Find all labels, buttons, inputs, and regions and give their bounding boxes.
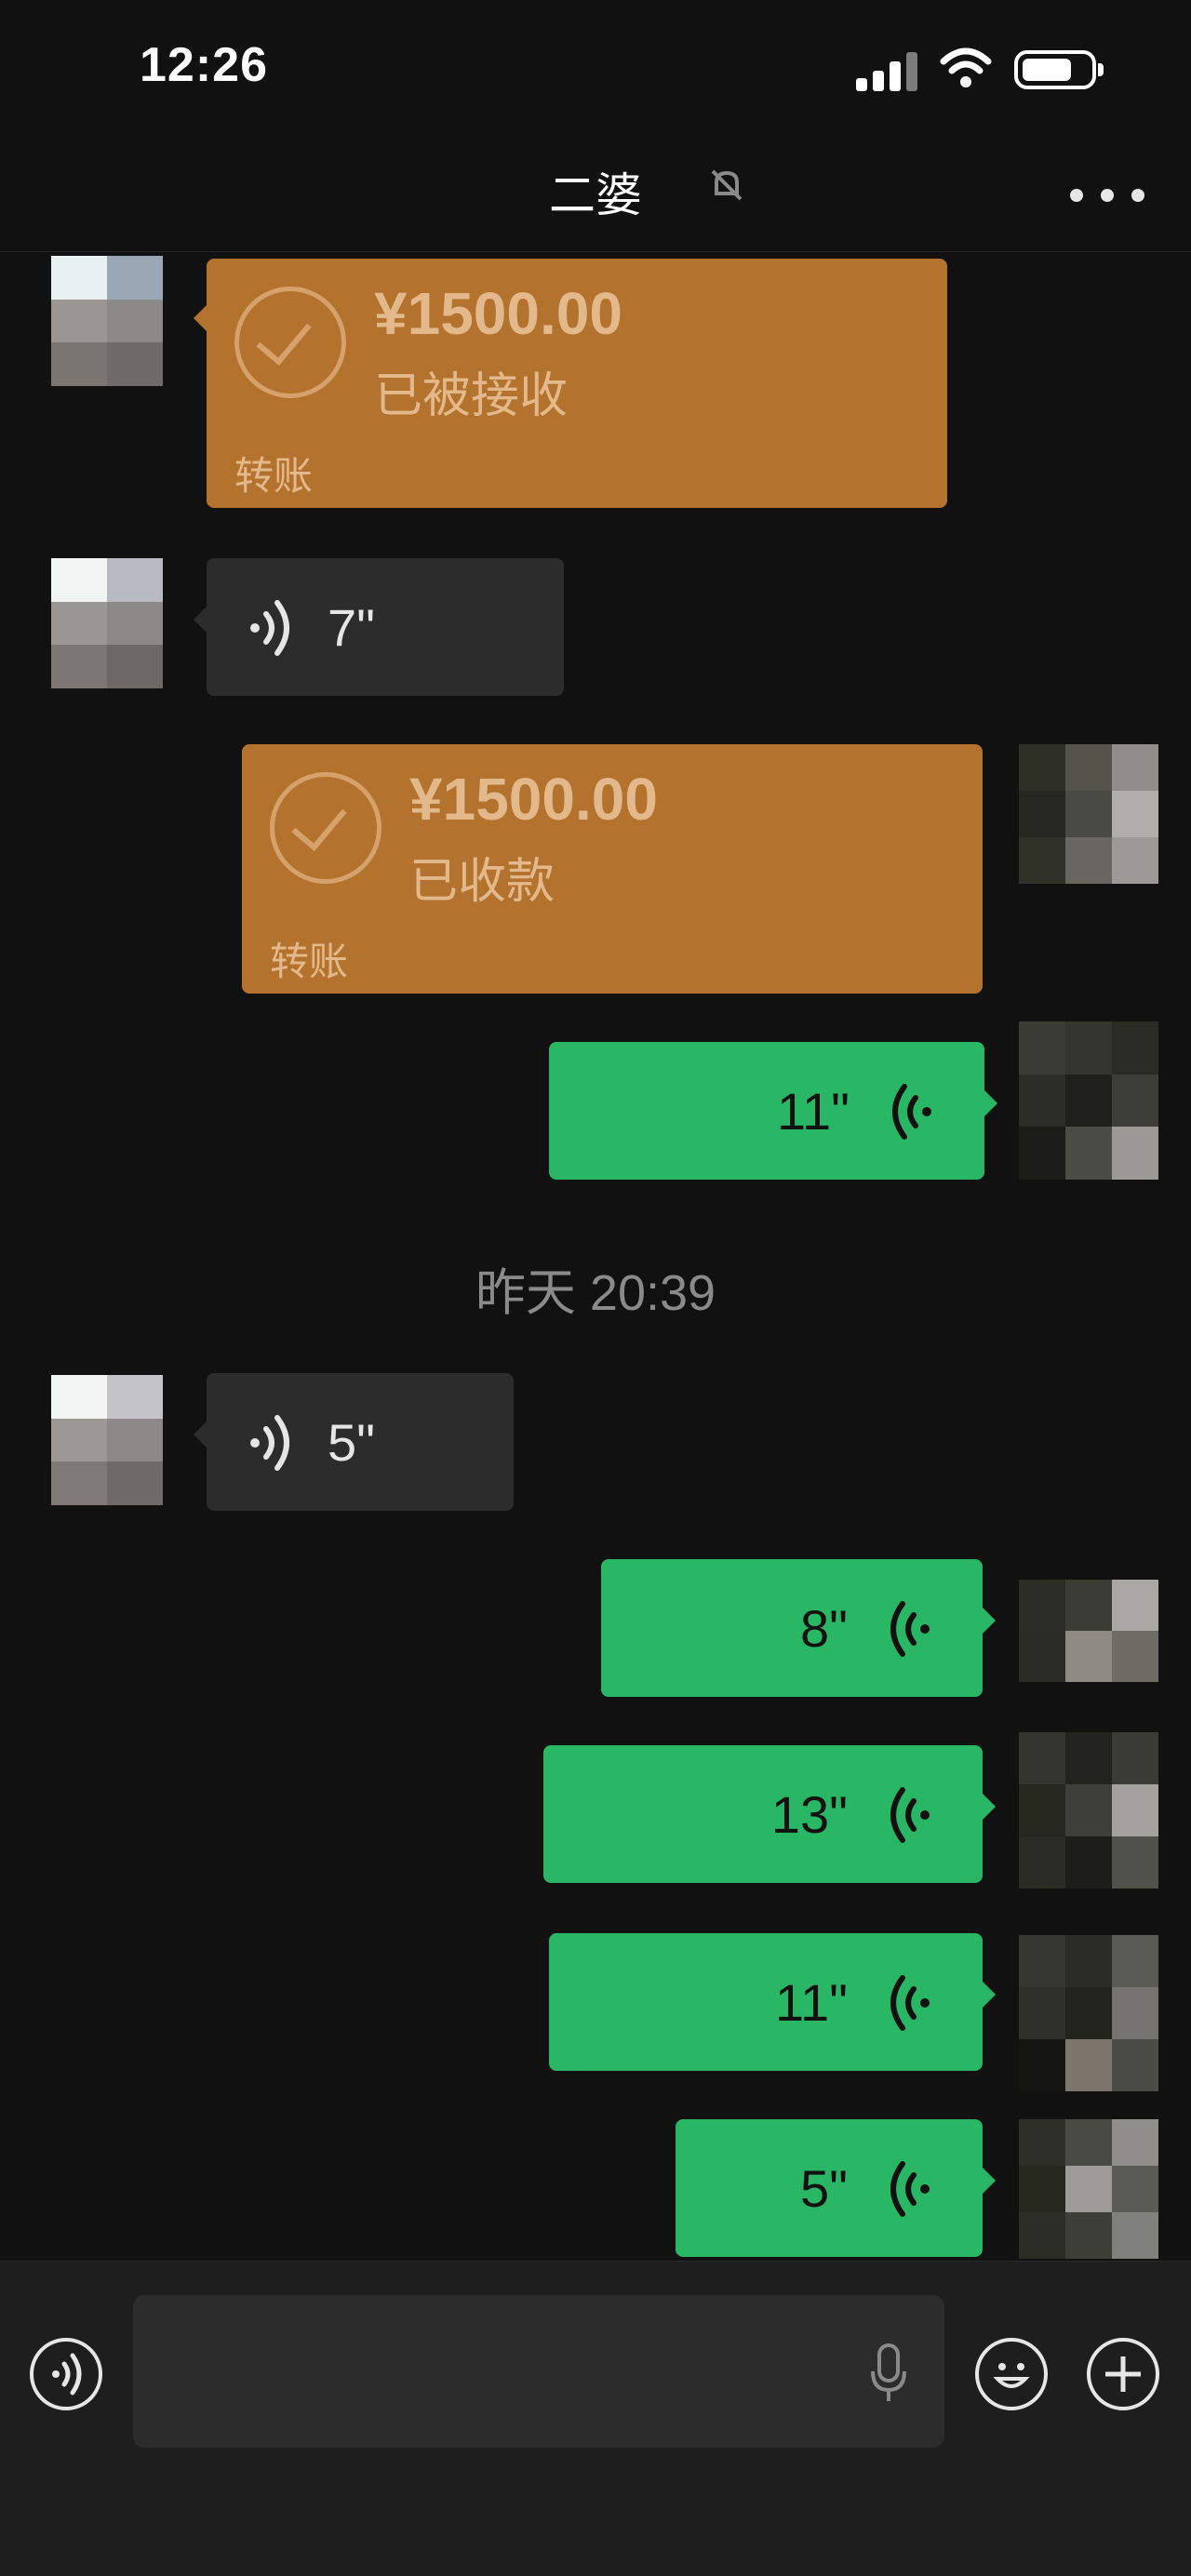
voice-message-outgoing[interactable]: 11"	[549, 1933, 996, 2071]
voice-wave-icon	[250, 1415, 289, 1471]
chat-header: 二婆	[0, 140, 1191, 252]
transfer-bubble-collected[interactable]: ¥1500.00 已收款 转账	[242, 744, 983, 994]
more-icon[interactable]	[1070, 181, 1144, 209]
plus-icon[interactable]	[1087, 2338, 1159, 2410]
voice-wave-icon	[890, 2161, 930, 2217]
chat-input-bar	[0, 2261, 1191, 2576]
wifi-icon	[940, 47, 992, 87]
voice-duration: 7"	[328, 598, 376, 657]
my-avatar[interactable]	[1019, 1732, 1158, 1889]
check-circle-icon	[270, 772, 381, 884]
chat-screen: 12:26 二婆 ¥1500.00 已被接收 转账 7" ¥1500.00 已收…	[0, 0, 1191, 2576]
voice-mode-icon[interactable]	[30, 2338, 102, 2410]
transfer-state: 已收款	[409, 855, 555, 909]
transfer-state: 已被接收	[374, 369, 569, 423]
voice-message-incoming[interactable]: 5"	[194, 1373, 514, 1511]
voice-message-outgoing[interactable]: 13"	[543, 1745, 996, 1883]
voice-duration: 11"	[776, 1082, 850, 1141]
voice-duration: 8"	[799, 1599, 848, 1658]
microphone-icon[interactable]	[870, 2343, 907, 2403]
mute-icon	[711, 169, 743, 201]
transfer-amount: ¥1500.00	[409, 766, 658, 833]
voice-duration: 5"	[799, 2159, 848, 2218]
voice-wave-icon	[250, 600, 289, 656]
voice-duration: 5"	[328, 1413, 376, 1472]
my-avatar[interactable]	[1019, 1935, 1158, 2091]
chat-title[interactable]: 二婆	[549, 158, 642, 225]
voice-wave-icon	[890, 1975, 930, 2031]
voice-wave-icon	[890, 1601, 930, 1657]
voice-wave-icon	[890, 1787, 930, 1843]
my-avatar[interactable]	[1019, 1580, 1158, 1682]
transfer-label: 转账	[234, 454, 314, 498]
message-timestamp: 昨天 20:39	[475, 1265, 716, 1321]
transfer-amount: ¥1500.00	[374, 280, 622, 347]
contact-avatar[interactable]	[51, 558, 163, 688]
contact-avatar[interactable]	[51, 1375, 163, 1505]
check-circle-icon	[234, 287, 346, 398]
my-avatar[interactable]	[1019, 1021, 1158, 1180]
transfer-bubble-received[interactable]: ¥1500.00 已被接收 转账	[194, 259, 947, 508]
voice-duration: 11"	[774, 1973, 848, 2032]
message-input[interactable]	[133, 2295, 944, 2448]
status-bar: 12:26	[0, 0, 1191, 140]
voice-message-incoming[interactable]: 7"	[194, 558, 564, 696]
transfer-label: 转账	[270, 940, 349, 983]
voice-wave-icon	[892, 1084, 931, 1140]
voice-duration: 13"	[770, 1785, 848, 1844]
contact-avatar[interactable]	[51, 256, 163, 386]
my-avatar[interactable]	[1019, 744, 1158, 884]
battery-icon	[1014, 50, 1104, 89]
emoji-icon[interactable]	[975, 2338, 1048, 2410]
voice-message-outgoing[interactable]: 8"	[601, 1559, 996, 1697]
cellular-signal-icon	[856, 48, 921, 91]
voice-message-outgoing[interactable]: 5"	[676, 2119, 996, 2257]
my-avatar[interactable]	[1019, 2119, 1158, 2259]
status-time: 12:26	[140, 38, 268, 92]
voice-message-outgoing[interactable]: 11"	[549, 1042, 997, 1180]
